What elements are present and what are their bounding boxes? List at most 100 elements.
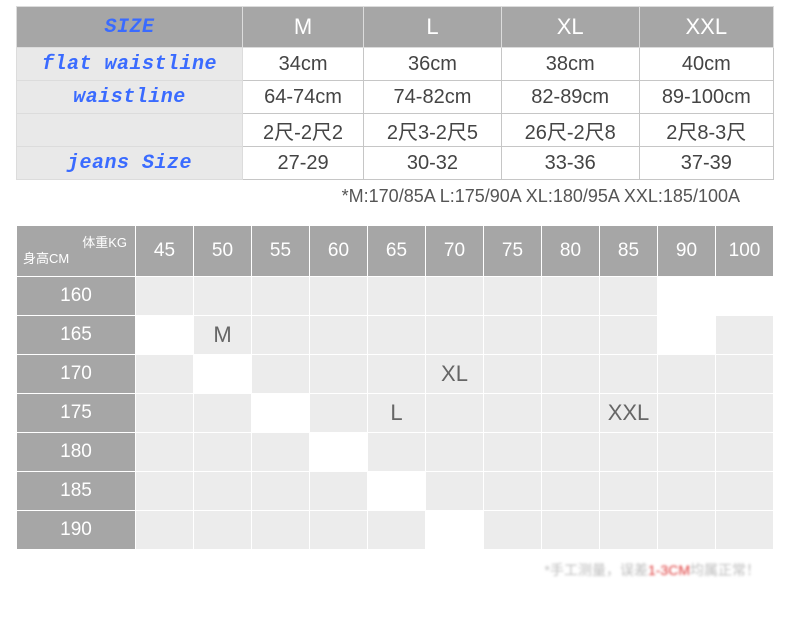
size-region-label-XL: XL xyxy=(426,355,484,394)
grid-cell xyxy=(542,394,600,433)
col-XXL: XXL xyxy=(639,7,773,48)
height-row: 185 xyxy=(17,472,136,511)
grid-cell xyxy=(600,511,658,550)
row-label: jeans Size xyxy=(17,147,243,180)
col-M: M xyxy=(243,7,364,48)
grid-cell xyxy=(600,472,658,511)
table-row: 2尺-2尺22尺3-2尺526尺-2尺82尺8-3尺 xyxy=(17,114,774,147)
grid-cell xyxy=(368,355,426,394)
cell: 33-36 xyxy=(501,147,639,180)
size-region-label-L: L xyxy=(368,394,426,433)
grid-cell xyxy=(658,433,716,472)
weight-col: 85 xyxy=(600,226,658,277)
grid-cell xyxy=(136,394,194,433)
grid-cell xyxy=(310,433,368,472)
cell: 26尺-2尺8 xyxy=(501,114,639,147)
weight-col: 100 xyxy=(716,226,774,277)
grid-cell xyxy=(426,433,484,472)
grid-cell xyxy=(716,316,774,355)
weight-col: 75 xyxy=(484,226,542,277)
grid-cell xyxy=(484,511,542,550)
cell: 36cm xyxy=(364,48,502,81)
weight-col: 80 xyxy=(542,226,600,277)
grid-cell xyxy=(484,316,542,355)
grid-cell xyxy=(136,433,194,472)
grid-cell xyxy=(194,472,252,511)
grid-cell xyxy=(542,433,600,472)
col-XL: XL xyxy=(501,7,639,48)
grid-cell xyxy=(658,355,716,394)
grid-cell xyxy=(426,511,484,550)
grid-cell xyxy=(716,355,774,394)
cell: 64-74cm xyxy=(243,81,364,114)
weight-axis-label: 体重KG xyxy=(21,235,131,251)
grid-cell xyxy=(542,472,600,511)
grid-cell xyxy=(136,277,194,316)
grid-cell xyxy=(310,316,368,355)
grid-cell xyxy=(484,433,542,472)
grid-cell xyxy=(310,355,368,394)
grid-cell xyxy=(252,316,310,355)
grid-cell xyxy=(194,511,252,550)
grid-cell xyxy=(484,394,542,433)
height-axis-label: 身高CM xyxy=(21,251,131,267)
height-weight-grid: 体重KG身高CM45505560657075808590100160165M17… xyxy=(16,225,774,550)
cell: 34cm xyxy=(243,48,364,81)
grid-cell xyxy=(716,433,774,472)
height-row: 165 xyxy=(17,316,136,355)
footer-suffix: 均属正常！ xyxy=(690,562,760,578)
grid-cell xyxy=(252,394,310,433)
grid-cell xyxy=(310,277,368,316)
footer-note: *手工测量，误差1-3CM均属正常！ xyxy=(0,556,790,586)
grid-cell xyxy=(484,472,542,511)
table-row: flat waistline34cm36cm38cm40cm xyxy=(17,48,774,81)
grid-cell xyxy=(252,433,310,472)
grid-cell xyxy=(658,511,716,550)
weight-col: 55 xyxy=(252,226,310,277)
table-row: jeans Size27-2930-3233-3637-39 xyxy=(17,147,774,180)
grid-cell xyxy=(658,394,716,433)
grid-cell xyxy=(542,316,600,355)
grid-cell xyxy=(716,277,774,316)
grid-cell xyxy=(658,472,716,511)
grid-cell xyxy=(252,355,310,394)
grid-cell xyxy=(716,472,774,511)
height-row: 175 xyxy=(17,394,136,433)
grid-cell xyxy=(484,277,542,316)
grid-cell xyxy=(194,394,252,433)
grid-cell xyxy=(426,277,484,316)
row-label: flat waistline xyxy=(17,48,243,81)
size-note: *M:170/85A L:175/90A XL:180/95A XXL:185/… xyxy=(0,186,770,207)
grid-cell xyxy=(310,472,368,511)
size-table: SIZE M L XL XXL flat waistline34cm36cm38… xyxy=(16,6,774,180)
grid-cell xyxy=(484,355,542,394)
grid-cell xyxy=(310,394,368,433)
grid-cell xyxy=(136,472,194,511)
cell: 82-89cm xyxy=(501,81,639,114)
cell: 2尺-2尺2 xyxy=(243,114,364,147)
col-L: L xyxy=(364,7,502,48)
grid-cell xyxy=(368,433,426,472)
cell: 74-82cm xyxy=(364,81,502,114)
grid-cell xyxy=(600,355,658,394)
grid-cell xyxy=(136,316,194,355)
cell: 2尺3-2尺5 xyxy=(364,114,502,147)
cell: 30-32 xyxy=(364,147,502,180)
footer-prefix: *手工测量，误差 xyxy=(545,562,648,578)
height-row: 160 xyxy=(17,277,136,316)
weight-col: 70 xyxy=(426,226,484,277)
height-row: 170 xyxy=(17,355,136,394)
grid-cell xyxy=(368,511,426,550)
grid-cell xyxy=(716,511,774,550)
size-region-label-M: M xyxy=(194,316,252,355)
grid-cell xyxy=(252,472,310,511)
grid-cell xyxy=(368,316,426,355)
grid-cell xyxy=(252,511,310,550)
row-label xyxy=(17,114,243,147)
grid-cell xyxy=(136,355,194,394)
weight-col: 50 xyxy=(194,226,252,277)
grid-cell xyxy=(542,511,600,550)
grid-cell xyxy=(194,433,252,472)
size-table-header-row: SIZE M L XL XXL xyxy=(17,7,774,48)
grid-cell xyxy=(194,277,252,316)
